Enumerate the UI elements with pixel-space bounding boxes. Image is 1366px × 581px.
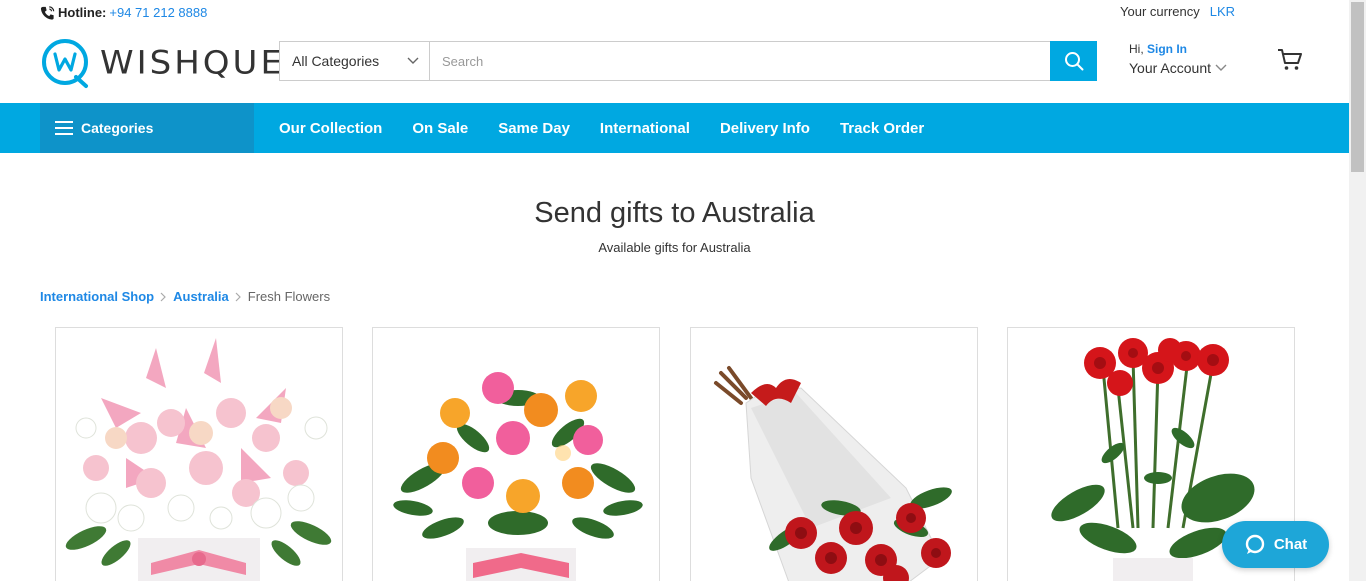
wishque-logo-icon bbox=[42, 39, 88, 88]
search-button[interactable] bbox=[1050, 41, 1097, 81]
breadcrumb-fresh-flowers: Fresh Flowers bbox=[247, 289, 331, 304]
search-bar: All Categories Search bbox=[279, 41, 1097, 81]
hamburger-icon bbox=[55, 121, 73, 135]
chat-button[interactable]: Chat bbox=[1222, 521, 1329, 568]
nav-links: Our Collection On Sale Same Day Internat… bbox=[279, 103, 924, 153]
breadcrumb-australia[interactable]: Australia bbox=[173, 289, 229, 304]
hotline: Hotline: +94 71 212 8888 bbox=[40, 5, 207, 20]
nav-link-on-sale[interactable]: On Sale bbox=[412, 120, 468, 137]
top-bar: Hotline: +94 71 212 8888 Your currency LK… bbox=[0, 0, 1349, 26]
nav-link-delivery-info[interactable]: Delivery Info bbox=[720, 120, 810, 137]
main-nav: Categories Our Collection On Sale Same D… bbox=[0, 103, 1349, 153]
currency-code[interactable]: LKR bbox=[1210, 4, 1235, 19]
sign-in-link[interactable]: Sign In bbox=[1147, 42, 1187, 56]
breadcrumb: International Shop Australia Fresh Flowe… bbox=[40, 289, 330, 304]
your-account-dropdown[interactable]: Your Account bbox=[1129, 60, 1227, 76]
chevron-down-icon bbox=[407, 57, 419, 64]
category-select[interactable]: All Categories bbox=[280, 42, 430, 80]
red-rose-bouquet-wrapped-icon bbox=[714, 366, 952, 581]
page-title: Send gifts to Australia bbox=[534, 197, 815, 229]
your-account-label: Your Account bbox=[1129, 60, 1211, 76]
hotline-label: Hotline: bbox=[58, 5, 107, 20]
scrollbar-thumb[interactable] bbox=[1351, 2, 1364, 172]
product-card[interactable] bbox=[372, 327, 660, 581]
account-menu[interactable]: Hi, Sign In Your Account bbox=[1129, 42, 1227, 76]
category-select-value: All Categories bbox=[292, 53, 380, 69]
nav-link-same-day[interactable]: Same Day bbox=[498, 120, 570, 137]
mixed-rose-box-arrangement-icon bbox=[393, 372, 643, 581]
search-icon bbox=[1064, 52, 1083, 71]
cart-button[interactable] bbox=[1277, 48, 1303, 77]
currency-label: Your currency bbox=[1120, 4, 1200, 19]
site-logo[interactable]: WISHQUE bbox=[40, 37, 285, 89]
greeting: Hi, Sign In bbox=[1129, 42, 1227, 56]
chat-bubble-icon bbox=[1245, 534, 1265, 554]
page-scrollbar[interactable] bbox=[1349, 0, 1366, 581]
categories-menu-button[interactable]: Categories bbox=[40, 103, 254, 153]
cart-icon bbox=[1278, 49, 1302, 70]
hotline-number[interactable]: +94 71 212 8888 bbox=[109, 5, 207, 20]
phone-icon bbox=[40, 5, 55, 20]
categories-label: Categories bbox=[81, 120, 154, 136]
chat-label: Chat bbox=[1273, 536, 1308, 553]
nav-link-track-order[interactable]: Track Order bbox=[840, 120, 924, 137]
chevron-right-icon bbox=[235, 292, 241, 301]
pink-lily-rose-box-arrangement-icon bbox=[65, 338, 332, 581]
chevron-right-icon bbox=[160, 292, 166, 301]
search-input[interactable]: Search bbox=[430, 42, 1050, 80]
breadcrumb-international-shop[interactable]: International Shop bbox=[40, 289, 154, 304]
search-placeholder: Search bbox=[442, 53, 484, 69]
greeting-hi: Hi, bbox=[1129, 42, 1144, 56]
logo-text: WISHQUE bbox=[100, 44, 285, 82]
product-card[interactable] bbox=[690, 327, 978, 581]
chevron-down-icon bbox=[1215, 64, 1227, 71]
nav-link-international[interactable]: International bbox=[600, 120, 690, 137]
nav-link-our-collection[interactable]: Our Collection bbox=[279, 120, 382, 137]
currency-selector[interactable]: Your currency LKR bbox=[1120, 4, 1235, 19]
page-subtitle: Available gifts for Australia bbox=[598, 240, 751, 255]
product-card[interactable] bbox=[55, 327, 343, 581]
